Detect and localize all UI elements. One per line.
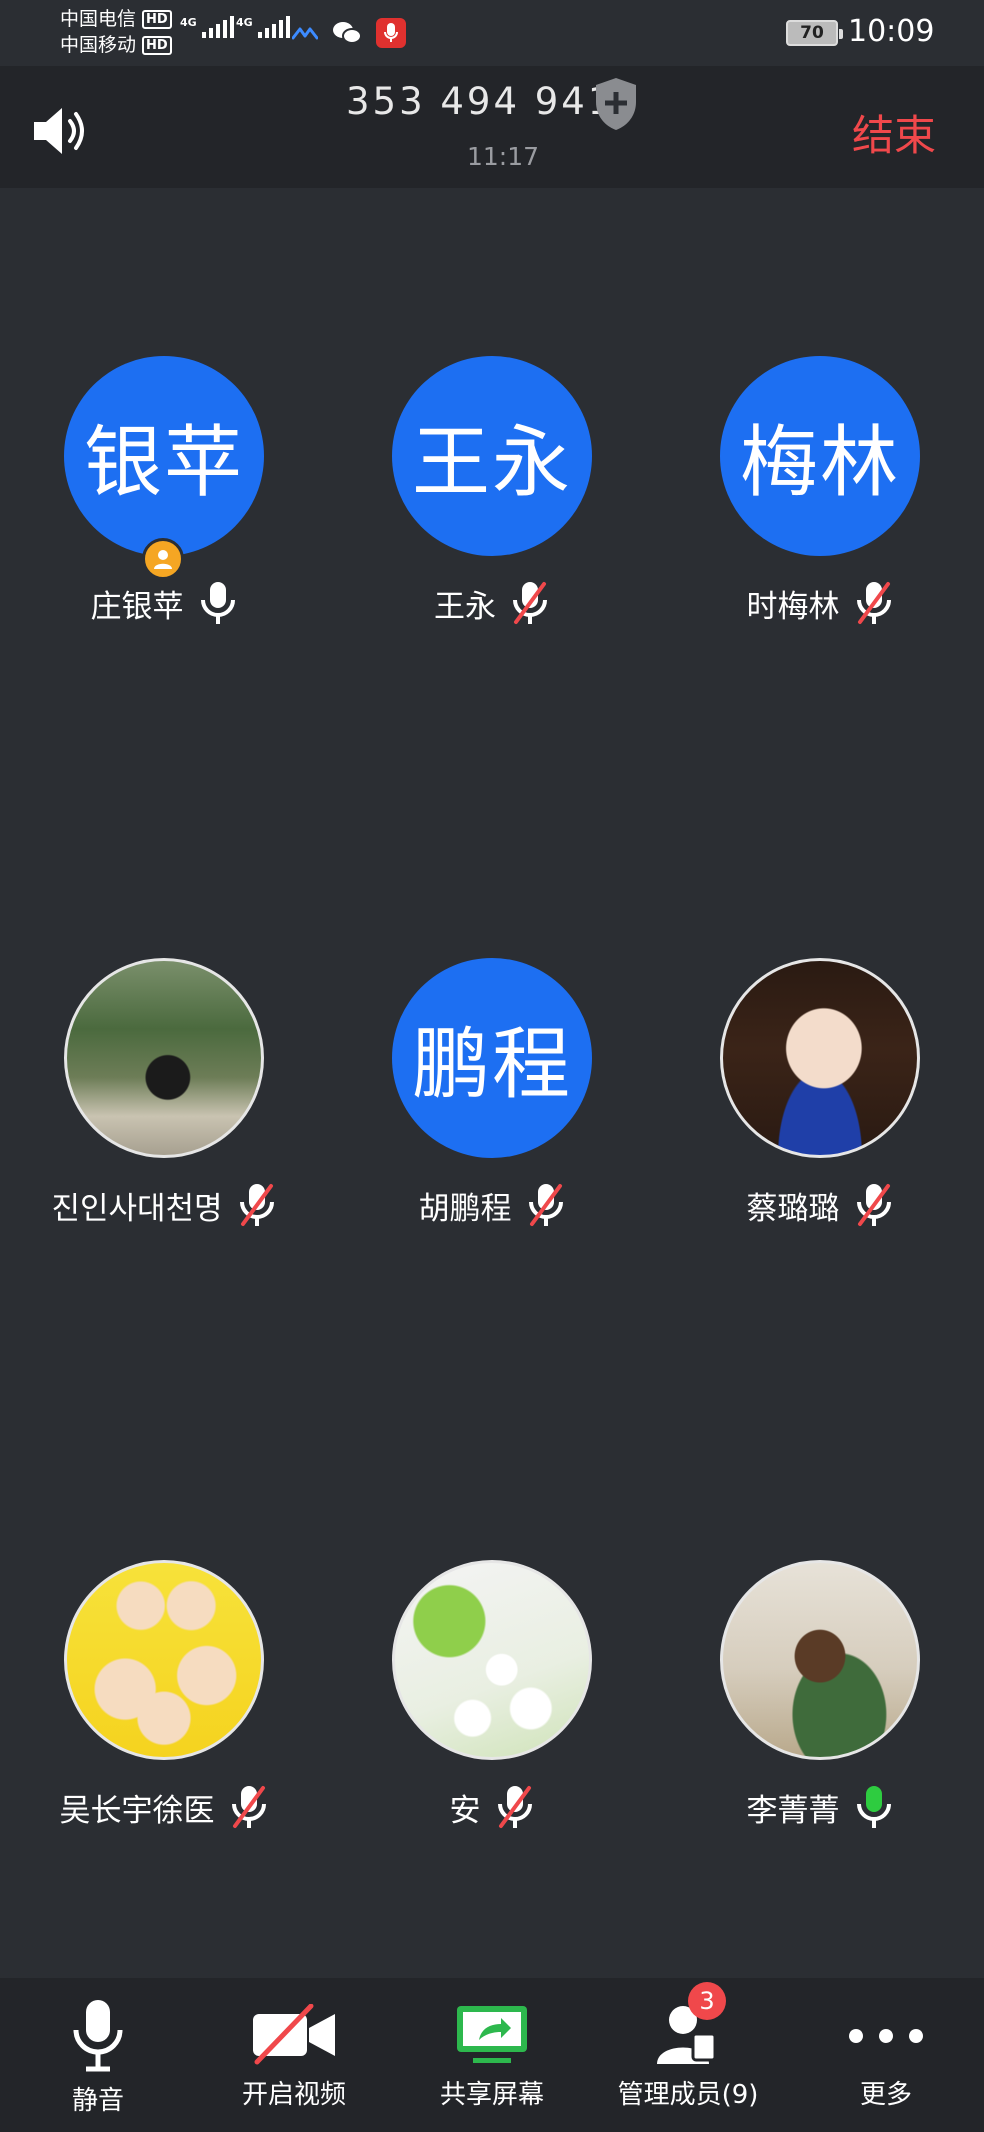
status-time: 10:09 [848,14,935,49]
participant-avatar: 鹏程 [392,958,592,1158]
participant-name: 蔡璐璐 [746,1190,840,1227]
participant-tile[interactable]: 蔡璐璐 [656,958,984,1258]
start-video-label: 开启视频 [241,2080,346,2110]
forest-photo-avatar [64,958,264,1158]
participant-name-row: 蔡璐璐 [656,1180,984,1230]
participant-name: 진인사대천명 [51,1190,223,1227]
app-wave-icon [292,27,318,40]
end-meeting-button[interactable]: 结束 [852,102,936,163]
security-shield-icon[interactable] [592,76,640,132]
mic-muted-icon [239,1184,274,1226]
participant-name-row: 安 [328,1782,656,1832]
participant-name-row: 庄银苹 [0,578,328,628]
avatar-initials: 王永 [411,418,572,508]
mic-muted-icon [528,1184,563,1226]
manage-members-button[interactable]: 3 管理成员(9) [590,1978,786,2132]
participant-tile[interactable]: 李菁菁 [656,1560,984,1860]
microphone-icon [73,2000,123,2072]
more-button[interactable]: 更多 [788,1978,984,2132]
battery-level: 70 [800,23,824,43]
start-video-button[interactable]: 开启视频 [196,1978,392,2132]
avatar-initials: 银苹 [83,418,244,508]
mic-speaking-icon [856,1786,891,1828]
participant-name-row: 王永 [328,578,656,628]
network-type-2: 4G [236,16,253,29]
members-badge-count: 3 [699,1987,715,2015]
meeting-id[interactable]: 353 494 941 [346,80,614,123]
carrier-2-label: 中国移动 [60,34,137,56]
participant-tile[interactable]: 鹏程 胡鹏程 [328,958,656,1258]
share-screen-button[interactable]: 共享屏幕 [394,1978,590,2132]
participant-avatar: 银苹 [64,356,264,556]
participant-tile[interactable]: 安 [328,1560,656,1860]
participant-tile[interactable]: 진인사대천명 [0,958,328,1258]
mic-muted-icon [856,582,891,624]
meeting-header: 353 494 941 11:17 结束 [0,66,984,188]
participant-name: 安 [449,1792,481,1829]
meeting-toolbar: 静音 开启视频 共享屏幕 3 管理成员(9) 更多 [0,1978,984,2132]
network-type-1: 4G [180,16,197,29]
mic-muted-icon [513,582,547,624]
battery-icon: 70 [786,20,843,46]
signal-1-icon: 4G [180,16,234,38]
avatar-initials: 梅林 [739,418,900,508]
participant-tile[interactable]: 银苹 庄银苹 [0,356,328,656]
more-dots-icon [849,2029,923,2043]
participant-tile[interactable]: 王永 王永 [328,356,656,656]
hd-badge-1: HD [142,9,172,29]
participant-name: 胡鹏程 [418,1190,512,1227]
cartoon-family-photo-avatar [64,1560,264,1760]
participant-name-row: 吴长宇徐医 [0,1782,328,1832]
signal-2-icon: 4G [236,16,290,38]
participant-name: 李菁菁 [746,1792,840,1829]
carrier-1-label: 中国电信 [60,8,137,30]
mic-on-icon [200,582,235,624]
hd-badge-2: HD [142,35,172,55]
participant-tile[interactable]: 梅林 时梅林 [656,356,984,656]
participant-name-row: 진인사대천명 [0,1180,328,1230]
participants-grid: 银苹 庄银苹 王永 王永 梅林 时梅林 진인사대천명 鹏程 胡鹏程 蔡璐璐 吴长… [0,188,984,1978]
avatar-initials: 鹏程 [411,1020,572,1110]
manage-members-label: 管理成员(9) [617,2080,759,2110]
participant-name: 吴长宇徐医 [59,1792,215,1829]
mute-label: 静音 [71,2086,124,2116]
participant-name: 时梅林 [746,588,840,625]
child-photo-avatar [720,1560,920,1760]
share-screen-icon [457,2006,527,2063]
participant-tile[interactable]: 吴长宇徐医 [0,1560,328,1860]
girl-photo-avatar [720,958,920,1158]
participant-avatar: 梅林 [720,356,920,556]
participant-name: 王永 [434,588,496,625]
recording-mic-icon [376,18,406,48]
status-icons [292,18,406,48]
participant-name-row: 时梅林 [656,578,984,628]
participant-name-row: 李菁菁 [656,1782,984,1832]
participant-name: 庄银苹 [90,588,184,625]
status-bar: 中国电信 HD 中国移动 HD 4G 4G 70 10:09 [0,0,984,66]
mic-muted-icon [497,1786,532,1828]
participant-avatar: 王永 [392,356,592,556]
mute-button[interactable]: 静音 [0,1978,196,2132]
more-label: 更多 [859,2080,912,2110]
daisy-photo-avatar [392,1560,592,1760]
meeting-duration: 11:17 [466,142,540,171]
host-badge-icon [142,538,184,580]
video-off-icon [253,2004,335,2065]
share-screen-label: 共享屏幕 [439,2080,544,2110]
members-notification-badge: 3 [688,1982,726,2020]
mic-muted-icon [231,1786,266,1828]
carrier-info: 中国电信 HD 中国移动 HD [60,6,172,58]
mic-muted-icon [856,1184,891,1226]
wechat-icon [333,22,362,44]
participant-name-row: 胡鹏程 [328,1180,656,1230]
